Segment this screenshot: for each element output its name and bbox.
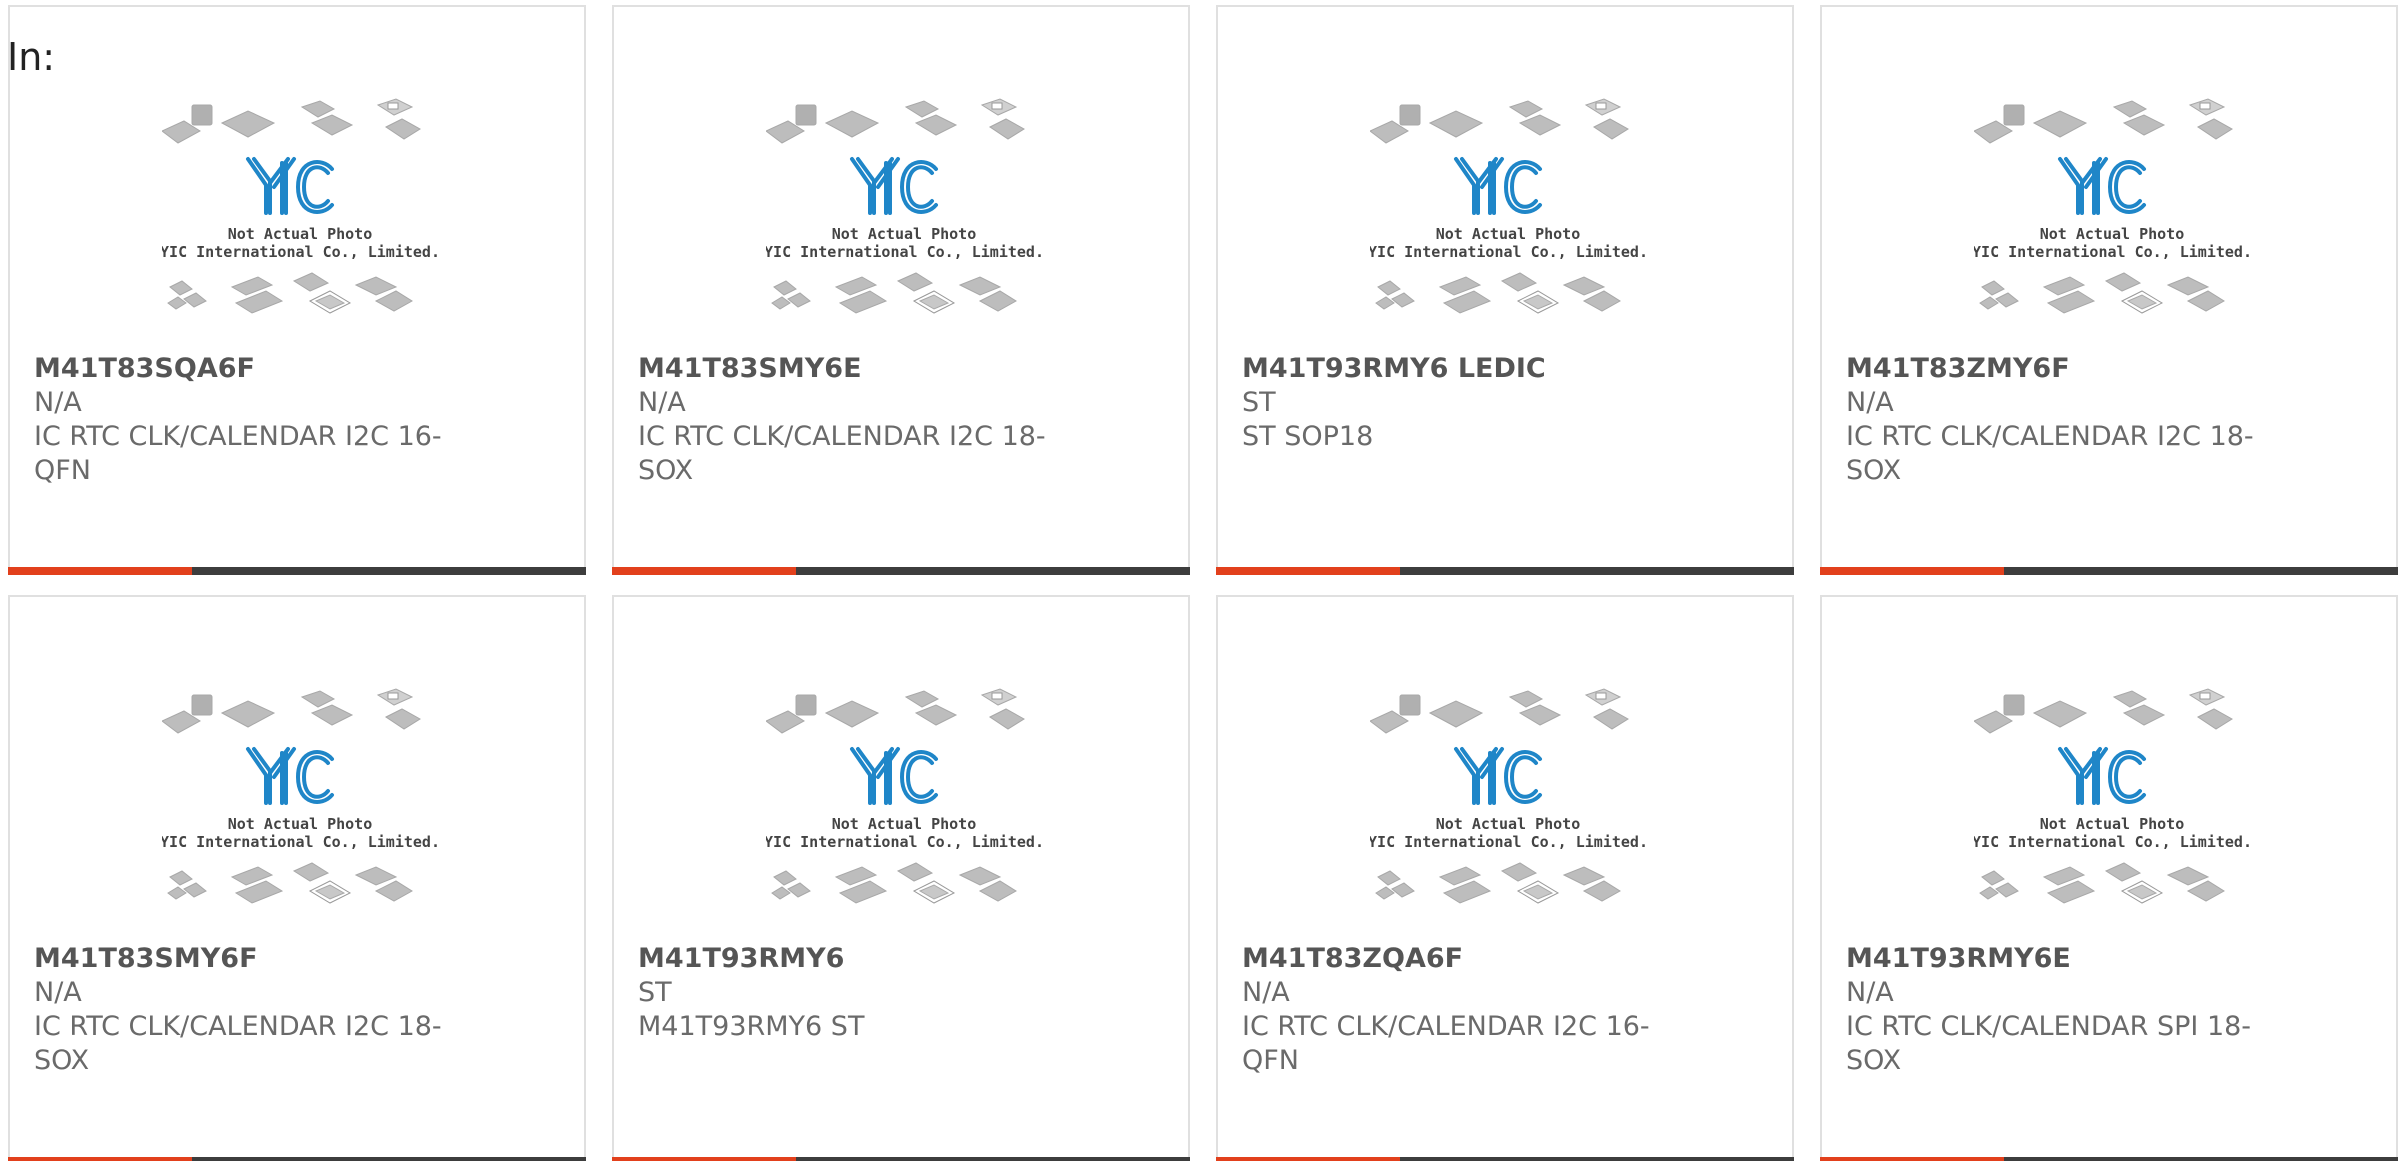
card-bar-accent	[1820, 1157, 2004, 1161]
part-number[interactable]: M41T83SMY6F	[34, 942, 454, 976]
product-info: M41T93RMY6 ST M41T93RMY6 ST	[638, 942, 1058, 1044]
manufacturer: N/A	[1242, 977, 1290, 1008]
product-grid: Not Actual Photo YIC International Co., …	[8, 5, 2400, 1161]
placeholder-line2: YIC International Co., Limited.	[766, 833, 1042, 851]
manufacturer: N/A	[1846, 977, 1894, 1008]
placeholder-line1: Not Actual Photo	[1436, 815, 1581, 833]
product-info: M41T93RMY6 LEDIC ST ST SOP18	[1242, 352, 1662, 454]
product-info: M41T83ZMY6F N/A IC RTC CLK/CALENDAR I2C …	[1846, 352, 2266, 488]
card-bar-rest	[2004, 567, 2398, 575]
card-bar-rest	[796, 1157, 1190, 1161]
product-image[interactable]: Not Actual Photo YIC International Co., …	[1972, 97, 2252, 337]
manufacturer: N/A	[34, 387, 82, 418]
card-bottom-bar	[8, 567, 586, 575]
part-number[interactable]: M41T93RMY6 LEDIC	[1242, 352, 1662, 386]
description: ST SOP18	[1242, 421, 1374, 452]
part-number[interactable]: M41T83SQA6F	[34, 352, 454, 386]
card-bottom-bar	[1216, 1157, 1794, 1161]
product-image[interactable]: Not Actual Photo YIC International Co., …	[1972, 687, 2252, 927]
product-card[interactable]: Not Actual Photo YIC International Co., …	[612, 5, 1190, 575]
product-image[interactable]: Not Actual Photo YIC International Co., …	[764, 97, 1044, 337]
product-card[interactable]: Not Actual Photo YIC International Co., …	[1820, 5, 2398, 575]
product-info: M41T83SMY6F N/A IC RTC CLK/CALENDAR I2C …	[34, 942, 454, 1078]
placeholder-chips-image: Not Actual Photo YIC International Co., …	[764, 688, 1044, 904]
product-image[interactable]: Not Actual Photo YIC International Co., …	[160, 687, 440, 927]
product-card[interactable]: Not Actual Photo YIC International Co., …	[612, 595, 1190, 1161]
product-info: M41T93RMY6E N/A IC RTC CLK/CALENDAR SPI …	[1846, 942, 2266, 1078]
product-image[interactable]: Not Actual Photo YIC International Co., …	[1368, 97, 1648, 337]
description: IC RTC CLK/CALENDAR SPI 18-SOX	[1846, 1011, 2252, 1076]
placeholder-line1: Not Actual Photo	[832, 815, 977, 833]
placeholder-chips-image: Not Actual Photo YIC International Co., …	[160, 98, 440, 314]
placeholder-line2: YIC International Co., Limited.	[162, 243, 438, 261]
product-image[interactable]: Not Actual Photo YIC International Co., …	[160, 97, 440, 337]
product-card[interactable]: Not Actual Photo YIC International Co., …	[1216, 595, 1794, 1161]
card-bar-accent	[1216, 1157, 1400, 1161]
description: IC RTC CLK/CALENDAR I2C 18-SOX	[638, 421, 1046, 486]
card-bar-rest	[1400, 567, 1794, 575]
card-bar-accent	[8, 567, 192, 575]
placeholder-chips-image: Not Actual Photo YIC International Co., …	[1368, 98, 1648, 314]
part-number[interactable]: M41T83SMY6E	[638, 352, 1058, 386]
placeholder-line2: YIC International Co., Limited.	[1370, 833, 1646, 851]
description: IC RTC CLK/CALENDAR I2C 18-SOX	[1846, 421, 2254, 486]
product-info: M41T83SQA6F N/A IC RTC CLK/CALENDAR I2C …	[34, 352, 454, 488]
part-number[interactable]: M41T83ZQA6F	[1242, 942, 1662, 976]
placeholder-chips-image: Not Actual Photo YIC International Co., …	[1972, 688, 2252, 904]
part-number[interactable]: M41T83ZMY6F	[1846, 352, 2266, 386]
card-bar-rest	[2004, 1157, 2398, 1161]
placeholder-chips-image: Not Actual Photo YIC International Co., …	[1972, 98, 2252, 314]
product-image[interactable]: Not Actual Photo YIC International Co., …	[1368, 687, 1648, 927]
card-bar-accent	[1216, 567, 1400, 575]
placeholder-line1: Not Actual Photo	[228, 225, 373, 243]
placeholder-line2: YIC International Co., Limited.	[766, 243, 1042, 261]
card-bottom-bar	[1820, 1157, 2398, 1161]
card-bar-accent	[8, 1157, 192, 1161]
card-bottom-bar	[1820, 567, 2398, 575]
placeholder-line1: Not Actual Photo	[2040, 815, 2185, 833]
placeholder-line1: Not Actual Photo	[2040, 225, 2185, 243]
description: IC RTC CLK/CALENDAR I2C 16-QFN	[34, 421, 442, 486]
card-bottom-bar	[1216, 567, 1794, 575]
manufacturer: N/A	[638, 387, 686, 418]
card-bottom-bar	[8, 1157, 586, 1161]
placeholder-line2: YIC International Co., Limited.	[1974, 833, 2250, 851]
description: IC RTC CLK/CALENDAR I2C 18-SOX	[34, 1011, 442, 1076]
card-bar-rest	[796, 567, 1190, 575]
card-bar-rest	[192, 1157, 586, 1161]
placeholder-chips-image: Not Actual Photo YIC International Co., …	[160, 688, 440, 904]
card-bar-rest	[192, 567, 586, 575]
part-number[interactable]: M41T93RMY6	[638, 942, 1058, 976]
product-card[interactable]: Not Actual Photo YIC International Co., …	[1216, 5, 1794, 575]
product-info: M41T83SMY6E N/A IC RTC CLK/CALENDAR I2C …	[638, 352, 1058, 488]
placeholder-line2: YIC International Co., Limited.	[162, 833, 438, 851]
manufacturer: ST	[638, 977, 672, 1008]
product-card[interactable]: Not Actual Photo YIC International Co., …	[8, 5, 586, 575]
card-bar-rest	[1400, 1157, 1794, 1161]
placeholder-chips-image: Not Actual Photo YIC International Co., …	[764, 98, 1044, 314]
placeholder-line2: YIC International Co., Limited.	[1370, 243, 1646, 261]
card-bottom-bar	[612, 567, 1190, 575]
description: M41T93RMY6 ST	[638, 1011, 865, 1042]
manufacturer: N/A	[1846, 387, 1894, 418]
placeholder-line2: YIC International Co., Limited.	[1974, 243, 2250, 261]
manufacturer: N/A	[34, 977, 82, 1008]
description: IC RTC CLK/CALENDAR I2C 16-QFN	[1242, 1011, 1650, 1076]
placeholder-line1: Not Actual Photo	[228, 815, 373, 833]
card-bar-accent	[612, 567, 796, 575]
placeholder-line1: Not Actual Photo	[1436, 225, 1581, 243]
card-bar-accent	[612, 1157, 796, 1161]
product-image[interactable]: Not Actual Photo YIC International Co., …	[764, 687, 1044, 927]
placeholder-chips-image: Not Actual Photo YIC International Co., …	[1368, 688, 1648, 904]
filter-label: In:	[7, 35, 56, 79]
product-card[interactable]: Not Actual Photo YIC International Co., …	[8, 595, 586, 1161]
manufacturer: ST	[1242, 387, 1276, 418]
page: In: Not Actual Photo YIC International C…	[0, 0, 2400, 1161]
product-info: M41T83ZQA6F N/A IC RTC CLK/CALENDAR I2C …	[1242, 942, 1662, 1078]
part-number[interactable]: M41T93RMY6E	[1846, 942, 2266, 976]
card-bottom-bar	[612, 1157, 1190, 1161]
product-card[interactable]: Not Actual Photo YIC International Co., …	[1820, 595, 2398, 1161]
card-bar-accent	[1820, 567, 2004, 575]
placeholder-line1: Not Actual Photo	[832, 225, 977, 243]
